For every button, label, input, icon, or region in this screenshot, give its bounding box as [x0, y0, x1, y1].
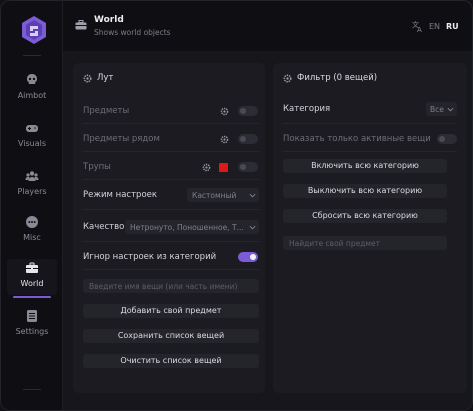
corpse-color-swatch[interactable] — [219, 163, 228, 172]
users-icon — [25, 171, 39, 181]
sidebar-item-label: Misc — [23, 233, 41, 242]
only-active-row: Показать только активные вещи — [283, 131, 457, 147]
loot-panel-header: Лут — [83, 73, 113, 83]
gear-icon[interactable] — [202, 163, 211, 172]
sidebar-item-settings[interactable]: Settings — [7, 307, 57, 343]
quality-value: Нетронуто, Поношенное, Т... — [130, 223, 244, 232]
items-label: Предметы — [83, 106, 130, 116]
row-divider — [83, 151, 259, 152]
sidebar-item-label: World — [20, 279, 44, 288]
row-divider — [83, 123, 259, 124]
ignore-category-toggle[interactable] — [238, 252, 258, 262]
row-divider — [83, 241, 259, 242]
filter-panel-header: Фильтр (0 вещей) — [283, 73, 377, 83]
category-value: Все — [430, 105, 444, 114]
row-divider — [83, 179, 259, 180]
sidebar-item-label: Players — [17, 187, 47, 196]
sidebar-item-label: Visuals — [17, 139, 47, 148]
gear-icon — [83, 74, 92, 82]
chevron-down-icon — [447, 107, 454, 112]
sidebar-item-world[interactable]: World — [7, 259, 57, 298]
enable-all-button[interactable]: Включить всю категорию — [283, 159, 447, 173]
corpses-label: Трупы — [83, 162, 111, 172]
item-name-placeholder: Введите имя вещи (или часть имени) — [89, 282, 238, 291]
sidebar-item-label: Aimbot — [17, 91, 47, 100]
loot-panel: Лут Предметы Предметы рядом Трупы Режим … — [73, 63, 265, 393]
page-title: World — [94, 15, 124, 25]
settings-mode-row: Режим настроек Кастомный — [83, 187, 259, 203]
item-search-placeholder: Найдите свой предмет — [289, 239, 381, 248]
gear-icon[interactable] — [220, 135, 229, 144]
quality-row: Качество Нетронуто, Поношенное, Т... — [83, 219, 259, 235]
items-toggle[interactable] — [238, 106, 258, 116]
category-label: Категория — [283, 104, 331, 114]
settings-mode-label: Режим настроек — [83, 190, 158, 200]
toolbox-icon — [26, 262, 38, 273]
items-row: Предметы — [83, 103, 259, 119]
disable-all-button[interactable]: Выключить всю категорию — [283, 184, 447, 198]
settings-mode-value: Кастомный — [192, 191, 237, 200]
filter-panel: Фильтр (0 вещей) Категория Все Показать … — [273, 63, 467, 393]
svg-text:A: A — [417, 26, 422, 32]
ignore-category-row: Игнор настроек из категорий — [83, 249, 259, 265]
sidebar-item-misc[interactable]: Misc — [7, 213, 57, 249]
settings-mode-dropdown[interactable]: Кастомный — [187, 188, 259, 202]
sidebar-divider — [23, 55, 41, 56]
row-divider — [283, 123, 457, 124]
reset-all-button[interactable]: Сбросить всю категорию — [283, 209, 447, 223]
quality-label: Качество — [83, 222, 125, 232]
loot-panel-title: Лут — [97, 73, 114, 83]
sidebar-item-aimbot[interactable]: Aimbot — [7, 71, 57, 107]
language-en[interactable]: EN — [429, 22, 440, 31]
corpses-toggle[interactable] — [238, 162, 258, 172]
items-nearby-row: Предметы рядом — [83, 131, 259, 147]
app-logo — [22, 16, 46, 44]
page-subtitle: Shows world objects — [94, 28, 171, 37]
translate-icon: 文 A — [412, 20, 422, 32]
language-ru[interactable]: RU — [446, 22, 459, 31]
gamepad-icon — [26, 125, 38, 132]
skull-icon — [27, 74, 37, 84]
row-divider — [83, 269, 259, 270]
only-active-toggle[interactable] — [437, 134, 457, 144]
category-row: Категория Все — [283, 101, 457, 117]
gear-icon[interactable] — [220, 107, 229, 116]
category-dropdown[interactable]: Все — [426, 102, 457, 116]
row-divider — [83, 209, 259, 210]
sidebar-item-players[interactable]: Players — [7, 167, 57, 203]
save-list-button[interactable]: Сохранить список вещей — [83, 329, 259, 343]
sidebar: Aimbot Visuals Players Misc World Settin… — [1, 1, 63, 410]
content-area: Лут Предметы Предметы рядом Трупы Режим … — [63, 51, 472, 410]
sidebar-item-visuals[interactable]: Visuals — [7, 119, 57, 155]
quality-dropdown[interactable]: Нетронуто, Поношенное, Т... — [125, 220, 259, 234]
items-nearby-toggle[interactable] — [238, 134, 258, 144]
items-nearby-label: Предметы рядом — [83, 134, 160, 144]
app-window: Aimbot Visuals Players Misc World Settin… — [0, 0, 473, 411]
only-active-label: Показать только активные вещи — [283, 134, 431, 144]
chevron-down-icon — [249, 225, 256, 230]
row-divider — [283, 151, 457, 152]
gear-icon — [283, 74, 292, 82]
sidebar-divider — [23, 389, 41, 390]
clear-list-button[interactable]: Очистить список вещей — [83, 354, 259, 368]
dots-circle-icon — [26, 216, 38, 228]
list-icon — [27, 310, 37, 322]
filter-panel-title: Фильтр (0 вещей) — [297, 73, 378, 83]
toolbox-icon — [75, 20, 87, 30]
chevron-down-icon — [249, 193, 256, 198]
item-name-input[interactable]: Введите имя вещи (или часть имени) — [83, 279, 259, 293]
item-search-input[interactable]: Найдите свой предмет — [283, 236, 447, 250]
ignore-category-label: Игнор настроек из категорий — [83, 252, 217, 262]
corpses-row: Трупы — [83, 159, 259, 175]
sidebar-item-label: Settings — [15, 327, 49, 336]
add-item-button[interactable]: Добавить свой предмет — [83, 304, 259, 318]
